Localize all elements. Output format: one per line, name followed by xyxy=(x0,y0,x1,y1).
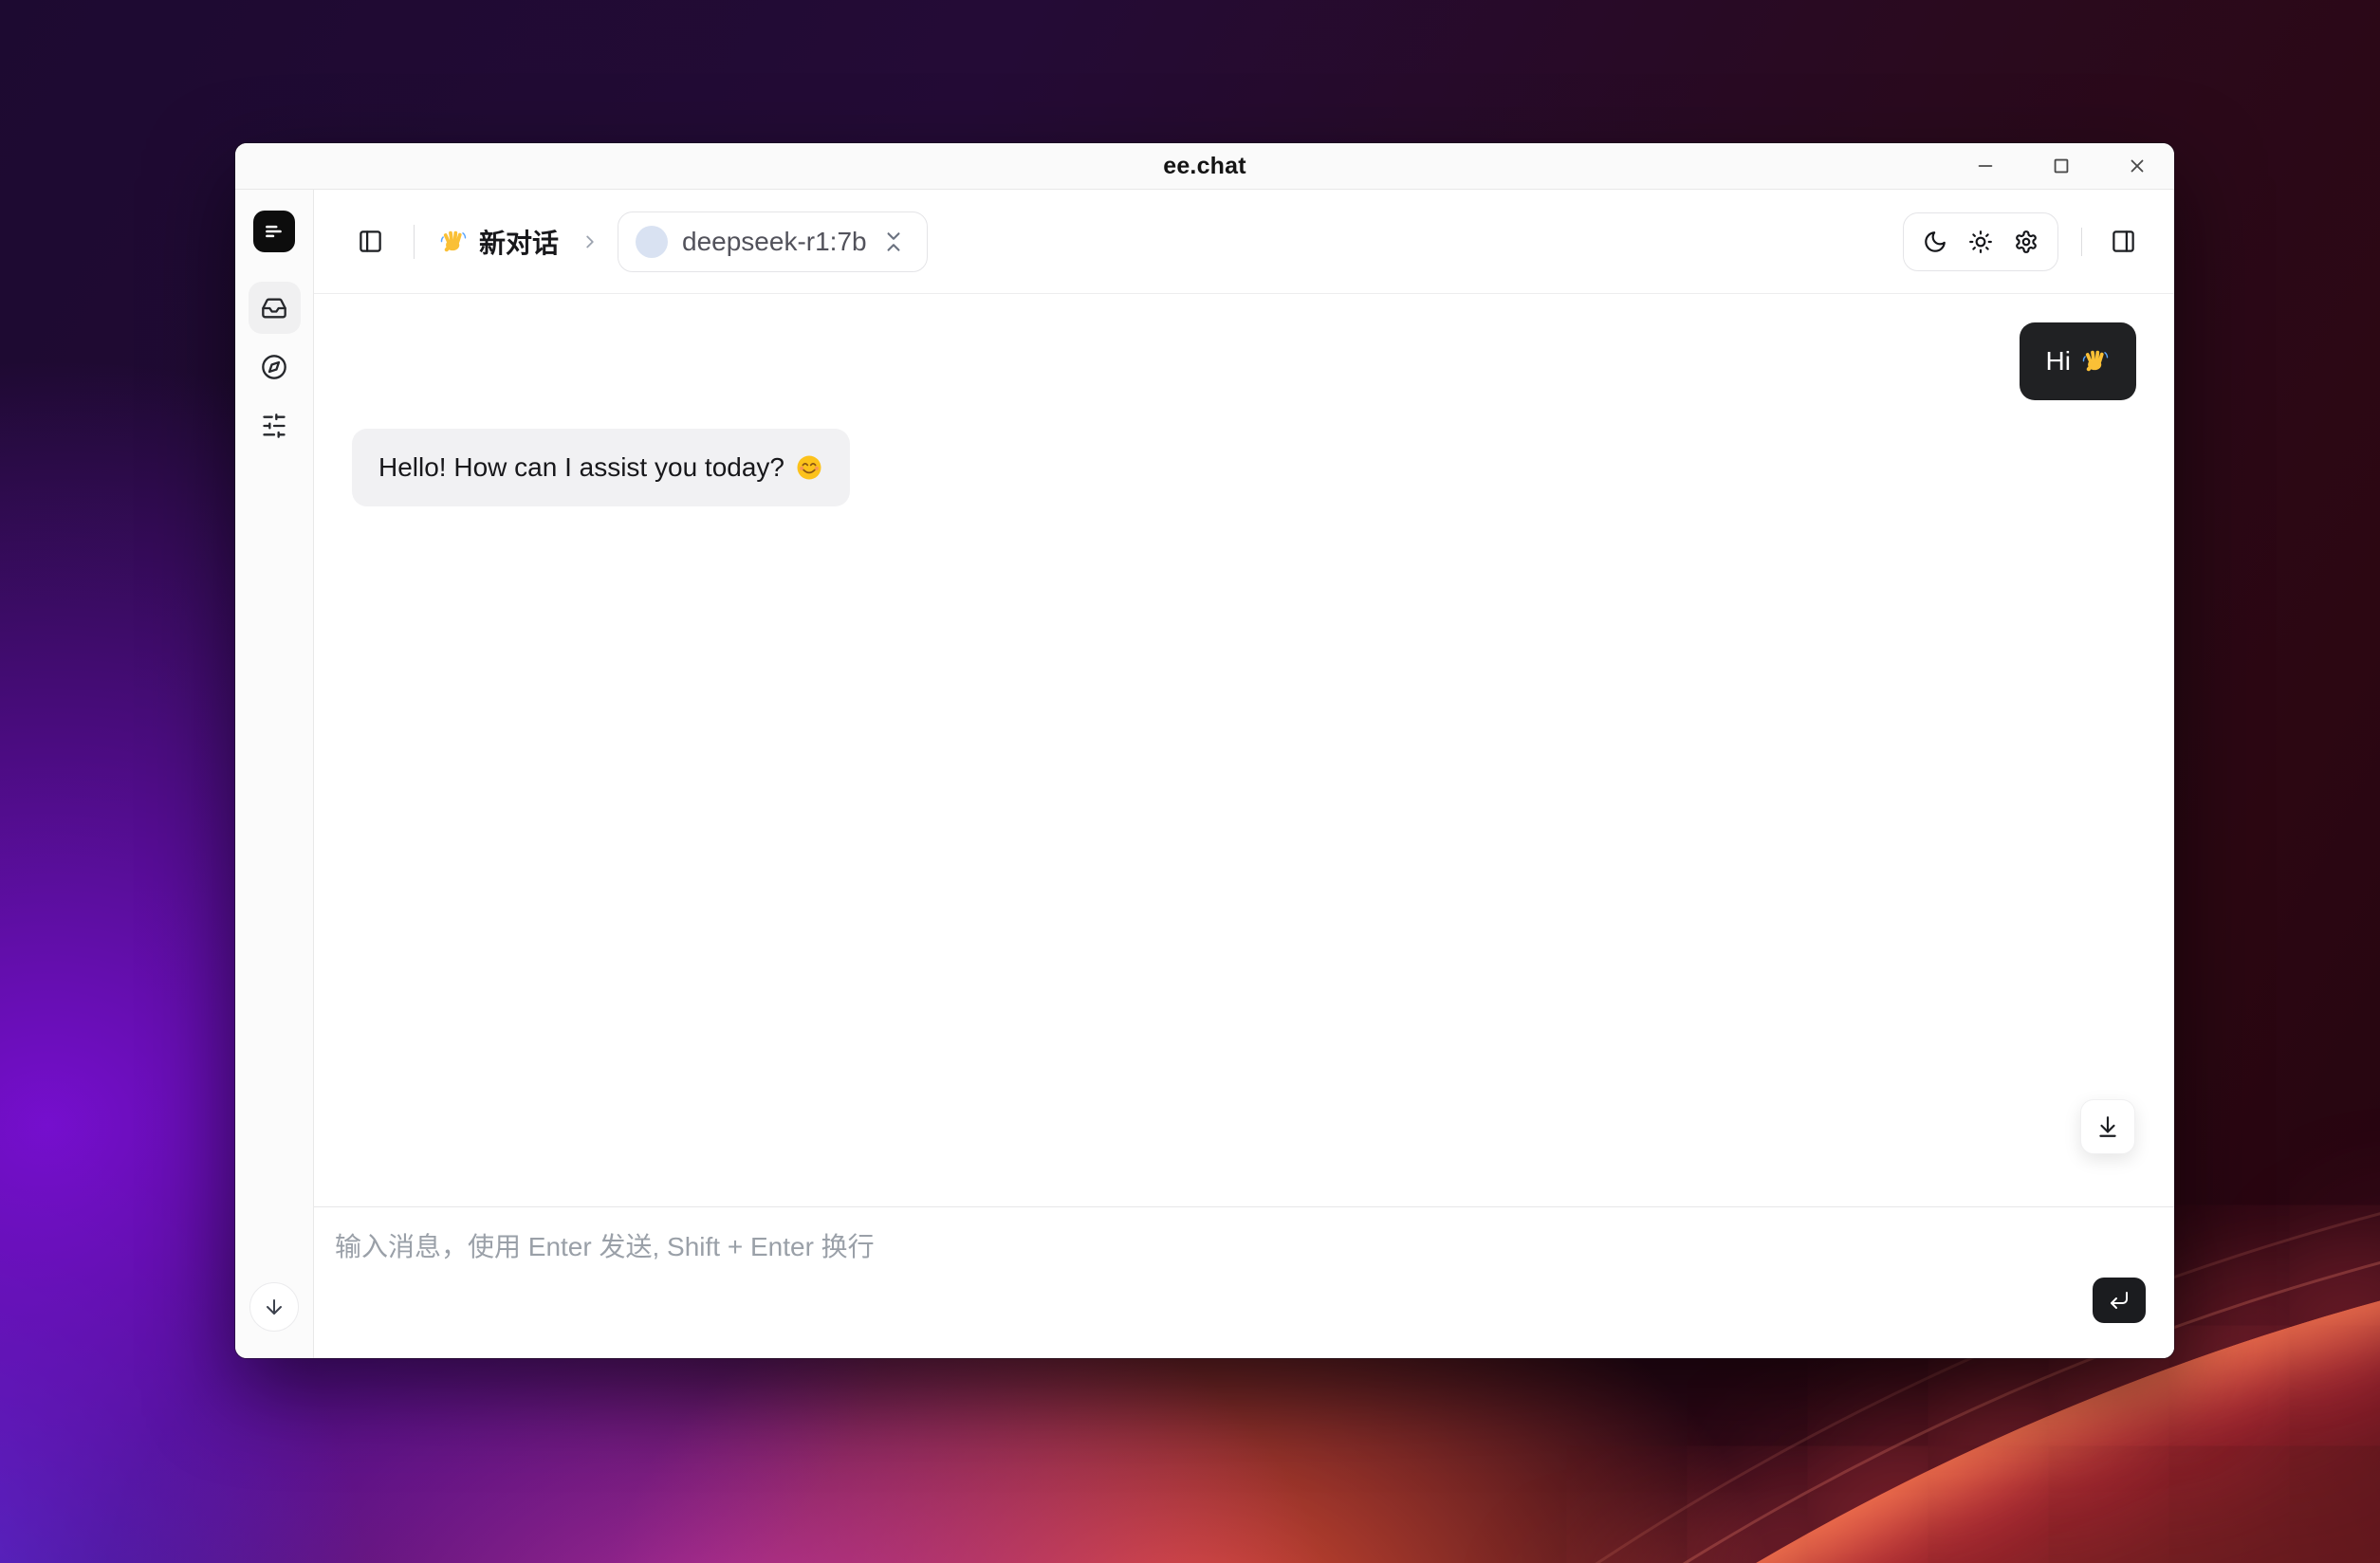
user-message-bubble: Hi xyxy=(2020,322,2136,400)
dark-mode-button[interactable] xyxy=(1917,224,1953,260)
chevron-right-icon xyxy=(580,231,600,252)
maximize-button[interactable] xyxy=(2039,145,2083,187)
sidebar-item-settings[interactable] xyxy=(249,399,301,451)
theme-button-group xyxy=(1903,212,2058,271)
chevrons-down-up-icon[interactable] xyxy=(881,230,906,254)
chat-area: Hi xyxy=(314,294,2174,1206)
model-label: deepseek-r1:7b xyxy=(682,227,867,257)
sidebar-nav xyxy=(249,282,301,451)
compass-icon xyxy=(261,354,287,380)
composer xyxy=(314,1206,2174,1358)
toolbar-divider xyxy=(2081,228,2082,256)
settings-gear-icon xyxy=(2014,230,2039,254)
corner-down-left-icon xyxy=(2108,1289,2131,1312)
arrow-down-icon xyxy=(263,1296,286,1318)
sliders-icon xyxy=(261,413,287,439)
settings-button[interactable] xyxy=(2008,224,2044,260)
maximize-icon xyxy=(2051,156,2072,176)
toolbar-divider xyxy=(414,225,415,259)
waving-hand-emoji xyxy=(2081,347,2110,376)
inbox-icon xyxy=(261,295,287,322)
panel-right-icon xyxy=(2111,229,2136,254)
assistant-message-bubble: Hello! How can I assist you today? xyxy=(352,429,850,506)
scroll-to-bottom-button[interactable] xyxy=(2080,1099,2135,1154)
minimize-button[interactable] xyxy=(1964,145,2007,187)
breadcrumb-separator xyxy=(580,231,600,252)
toolbar-left: 新对话 deepseek-r1:7b xyxy=(352,211,928,272)
user-message-text: Hi xyxy=(2046,346,2071,377)
sun-icon xyxy=(1968,230,1993,254)
toolbar: 新对话 deepseek-r1:7b xyxy=(314,190,2174,294)
sidebar xyxy=(235,190,314,1358)
model-avatar xyxy=(636,226,668,258)
arrow-down-to-line-icon xyxy=(2095,1114,2120,1139)
sidebar-item-inbox[interactable] xyxy=(249,282,301,334)
app-logo[interactable] xyxy=(253,211,295,252)
titlebar[interactable]: ee.chat xyxy=(235,143,2174,190)
chat-title: 新对话 xyxy=(479,223,559,261)
waving-hand-emoji xyxy=(439,228,468,256)
light-mode-button[interactable] xyxy=(1963,224,1999,260)
app-logo-icon xyxy=(262,219,286,244)
close-button[interactable] xyxy=(2115,145,2159,187)
moon-icon xyxy=(1923,230,1947,254)
toolbar-right xyxy=(1903,212,2142,271)
message-input[interactable] xyxy=(314,1207,2174,1358)
sidebar-toggle-button[interactable] xyxy=(352,223,389,260)
panel-left-icon xyxy=(358,229,383,254)
send-button[interactable] xyxy=(2093,1278,2146,1323)
window-body: 新对话 deepseek-r1:7b xyxy=(235,190,2174,1358)
close-icon xyxy=(2127,156,2148,176)
assistant-message-text: Hello! How can I assist you today? xyxy=(378,452,784,483)
right-panel-toggle-button[interactable] xyxy=(2105,223,2142,260)
smiling-face-emoji xyxy=(795,453,823,482)
sidebar-item-discover[interactable] xyxy=(249,340,301,393)
window-title: ee.chat xyxy=(1163,153,1246,180)
window-controls xyxy=(1964,143,2159,189)
sidebar-scroll-down-button[interactable] xyxy=(249,1282,299,1332)
main-panel: 新对话 deepseek-r1:7b xyxy=(314,190,2174,1358)
app-window: ee.chat xyxy=(235,143,2174,1358)
model-selector[interactable]: deepseek-r1:7b xyxy=(618,211,928,272)
minimize-icon xyxy=(1975,156,1996,176)
